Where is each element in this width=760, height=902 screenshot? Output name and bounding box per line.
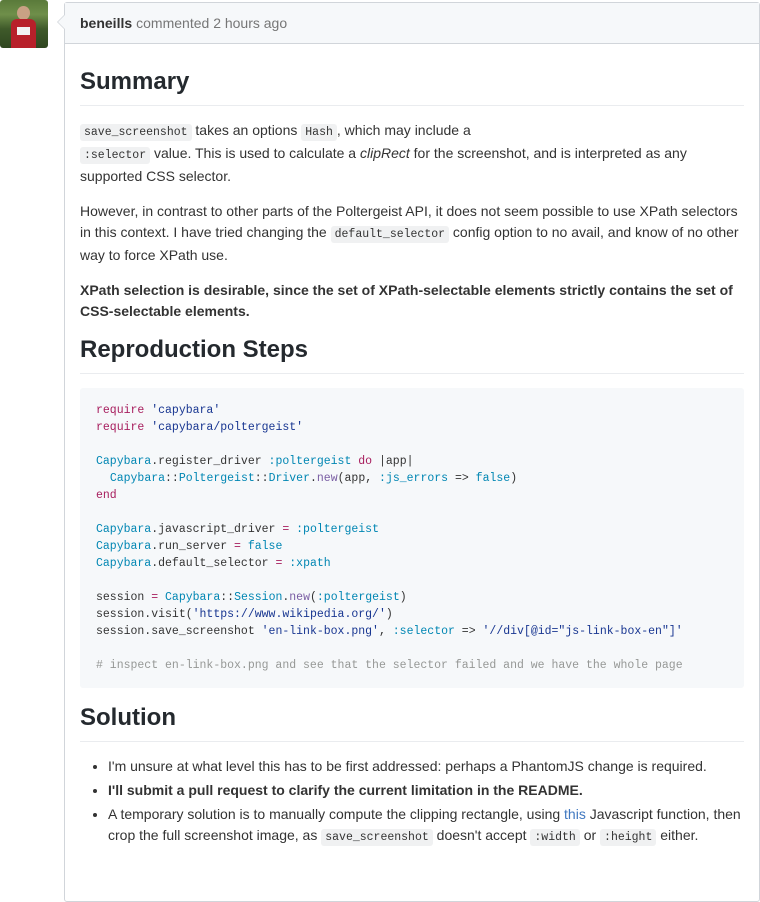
inline-code: Hash bbox=[301, 124, 337, 141]
summary-paragraph-3: XPath selection is desirable, since the … bbox=[80, 282, 733, 319]
summary-paragraph-1: save_screenshot takes an options Hash, w… bbox=[80, 122, 687, 184]
author-link[interactable]: beneills bbox=[80, 15, 132, 31]
list-item: I'll submit a pull request to clarify th… bbox=[108, 780, 744, 801]
comment-box: beneills commented 2 hours ago Summary sa… bbox=[57, 2, 760, 902]
inline-code: save_screenshot bbox=[321, 829, 433, 846]
list-item: I'm unsure at what level this has to be … bbox=[108, 756, 744, 777]
this-link[interactable]: this bbox=[564, 806, 586, 822]
comment-header: beneills commented 2 hours ago bbox=[65, 3, 759, 44]
avatar[interactable] bbox=[0, 0, 48, 48]
summary-paragraph-2: However, in contrast to other parts of t… bbox=[80, 203, 739, 263]
inline-code: :width bbox=[530, 829, 580, 846]
solution-list: I'm unsure at what level this has to be … bbox=[80, 756, 744, 848]
list-item: A temporary solution is to manually comp… bbox=[108, 804, 744, 848]
inline-code: :height bbox=[600, 829, 657, 846]
inline-code: default_selector bbox=[330, 226, 450, 243]
comment-body: Summary save_screenshot takes an options… bbox=[65, 44, 759, 848]
summary-heading: Summary bbox=[80, 68, 744, 106]
avatar-bib bbox=[17, 27, 30, 35]
repro-heading: Reproduction Steps bbox=[80, 336, 744, 374]
code-block: require 'capybara' require 'capybara/pol… bbox=[80, 388, 744, 688]
inline-code: :selector bbox=[80, 147, 151, 164]
comment-action: commented bbox=[136, 15, 210, 31]
avatar-head bbox=[17, 6, 30, 20]
solution-heading: Solution bbox=[80, 704, 744, 742]
inline-code: save_screenshot bbox=[80, 124, 192, 141]
comment-time[interactable]: 2 hours ago bbox=[213, 15, 287, 31]
